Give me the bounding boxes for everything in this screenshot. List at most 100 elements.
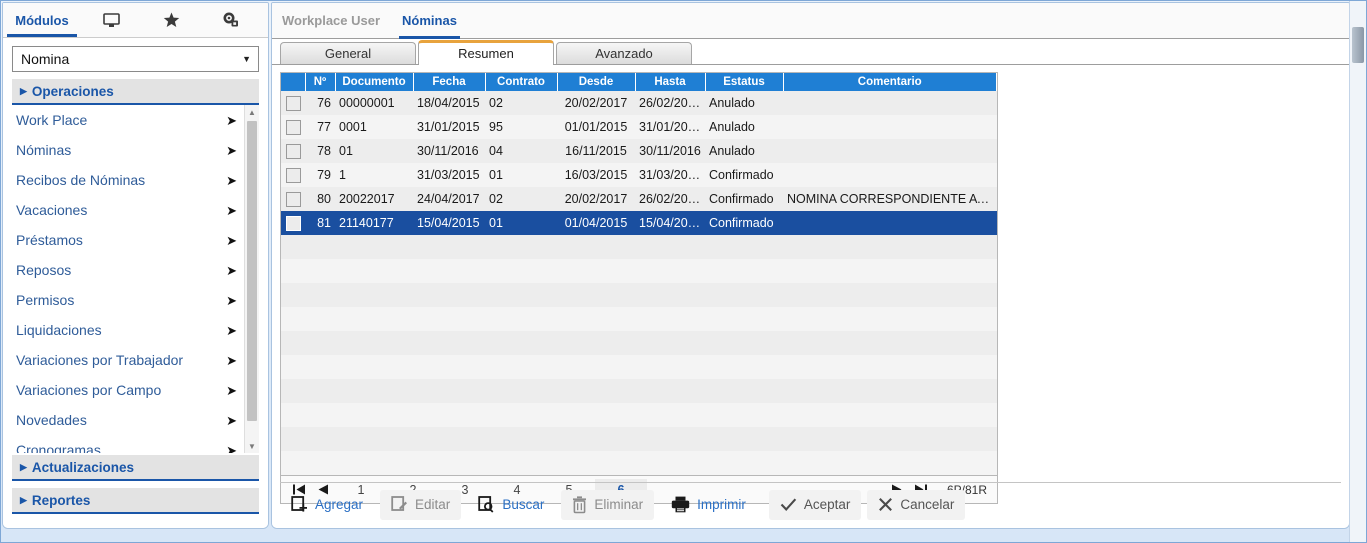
breadcrumb-workplace-user[interactable]: Workplace User (282, 3, 380, 39)
row-checkbox[interactable] (285, 95, 301, 111)
shortcut-arrow-icon[interactable]: ➤ (226, 414, 237, 427)
tab-resumen[interactable]: Resumen (418, 40, 554, 65)
table-row-empty (281, 235, 997, 259)
row-checkbox[interactable] (285, 143, 301, 159)
cell-empty (635, 451, 705, 475)
cell-empty (783, 427, 997, 451)
shortcut-arrow-icon[interactable]: ➤ (226, 264, 237, 277)
cell-empty (783, 235, 997, 259)
imprimir-button[interactable]: Imprimir (660, 490, 757, 520)
shortcut-arrow-icon[interactable]: ➤ (226, 444, 237, 454)
shortcut-arrow-icon[interactable]: ➤ (226, 384, 237, 397)
nominas-table-container: Nº Documento Fecha Contrato Desde Hasta Estatu… (280, 72, 998, 476)
column-header-desde[interactable]: Desde (557, 73, 636, 91)
sidebar-section-operaciones[interactable]: ▶ Operaciones (12, 79, 259, 105)
table-row[interactable]: 79 1 31/03/2015 01 16/03/2015 31/03/2015 Confi… (281, 163, 997, 187)
table-row[interactable]: 80 20022017 24/04/2017 02 20/02/2017 26/02/20… (281, 187, 997, 211)
cell-empty (557, 235, 635, 259)
table-row[interactable]: 77 0001 31/01/2015 95 01/01/2015 31/01/2015 An… (281, 115, 997, 139)
cell-empty (557, 283, 635, 307)
sidebar-item-nóminas[interactable]: Nóminas ➤ (12, 135, 243, 165)
cell-fecha: 15/04/2015 (413, 211, 485, 235)
shortcut-arrow-icon[interactable]: ➤ (226, 234, 237, 247)
shortcut-arrow-icon[interactable]: ➤ (226, 114, 237, 127)
sidebar-item-vacaciones[interactable]: Vacaciones ➤ (12, 195, 243, 225)
sidebar-scrollbar[interactable]: ▲ ▼ (244, 105, 259, 453)
column-header-check[interactable] (281, 73, 306, 91)
column-header-documento[interactable]: Documento (335, 73, 414, 91)
column-header-comentario[interactable]: Comentario (783, 73, 997, 91)
scroll-up-icon[interactable]: ▲ (245, 105, 259, 119)
breadcrumb: Workplace User Nóminas (272, 3, 1349, 39)
tab-modulos[interactable]: Módulos (3, 3, 81, 37)
agregar-button[interactable]: Agregar (280, 490, 374, 520)
tab-avanzado[interactable]: Avanzado (556, 42, 692, 64)
table-row-empty (281, 259, 997, 283)
sidebar-item-variaciones-por-trabajador[interactable]: Variaciones por Trabajador ➤ (12, 345, 243, 375)
shortcut-arrow-icon[interactable]: ➤ (226, 354, 237, 367)
breadcrumb-nominas[interactable]: Nóminas (399, 3, 460, 39)
cell-desde: 01/01/2015 (557, 115, 635, 139)
row-select-cell[interactable] (281, 139, 305, 163)
sidebar-item-work-place[interactable]: Work Place ➤ (12, 105, 243, 135)
page-scrollbar-thumb[interactable] (1352, 27, 1364, 63)
shortcut-arrow-icon[interactable]: ➤ (226, 294, 237, 307)
row-select-cell[interactable] (281, 91, 305, 115)
tab-general[interactable]: General (280, 42, 416, 64)
sidebar-item-permisos[interactable]: Permisos ➤ (12, 285, 243, 315)
table-row[interactable]: 78 01 30/11/2016 04 16/11/2015 30/11/2016 Anul… (281, 139, 997, 163)
page-scrollbar[interactable] (1349, 1, 1366, 542)
cell-documento: 20022017 (335, 187, 413, 211)
tab-modulos-label: Módulos (15, 12, 69, 28)
shortcut-arrow-icon[interactable]: ➤ (226, 324, 237, 337)
row-select-cell[interactable] (281, 187, 305, 211)
sidebar-item-recibos-de-nóminas[interactable]: Recibos de Nóminas ➤ (12, 165, 243, 195)
eliminar-button[interactable]: Eliminar (561, 489, 655, 520)
cell-empty (413, 427, 485, 451)
row-checkbox[interactable] (285, 215, 301, 231)
column-header-hasta[interactable]: Hasta (635, 73, 706, 91)
cell-empty (783, 355, 997, 379)
sidebar-item-label: Cronogramas (16, 442, 101, 453)
tab-monitor[interactable] (81, 3, 141, 37)
shortcut-arrow-icon[interactable]: ➤ (226, 174, 237, 187)
editar-button[interactable]: Editar (380, 489, 462, 520)
sidebar-item-cronogramas[interactable]: Cronogramas ➤ (12, 435, 243, 453)
scroll-down-icon[interactable]: ▼ (245, 439, 259, 453)
row-checkbox[interactable] (285, 191, 301, 207)
scrollbar-thumb[interactable] (247, 121, 257, 421)
cell-empty (783, 331, 997, 355)
buscar-button[interactable]: Buscar (467, 490, 555, 520)
shortcut-arrow-icon[interactable]: ➤ (226, 204, 237, 217)
tab-settings[interactable] (201, 3, 261, 37)
row-select-cell[interactable] (281, 211, 305, 235)
sidebar-section-reportes[interactable]: ▶ Reportes (12, 488, 259, 514)
aceptar-button[interactable]: Aceptar (768, 489, 862, 520)
shortcut-arrow-icon[interactable]: ➤ (226, 144, 237, 157)
column-header-num[interactable]: Nº (305, 73, 336, 91)
sidebar-item-liquidaciones[interactable]: Liquidaciones ➤ (12, 315, 243, 345)
tab-favorites[interactable] (141, 3, 201, 37)
sidebar-section-actualizaciones[interactable]: ▶ Actualizaciones (12, 455, 259, 481)
module-select[interactable]: Nomina ▼ (12, 46, 259, 72)
row-select-cell[interactable] (281, 163, 305, 187)
cell-empty (635, 379, 705, 403)
table-row[interactable]: 76 00000001 18/04/2015 02 20/02/2017 26/02/20… (281, 91, 997, 115)
row-select-cell[interactable] (281, 115, 305, 139)
sidebar-item-variaciones-por-campo[interactable]: Variaciones por Campo ➤ (12, 375, 243, 405)
sidebar-menu-scroll-area: Work Place ➤ Nóminas ➤ Recibos de Nóminas ➤ Va… (12, 105, 259, 453)
cell-empty (485, 451, 557, 475)
cancelar-button[interactable]: Cancelar (867, 489, 966, 520)
sidebar-item-reposos[interactable]: Reposos ➤ (12, 255, 243, 285)
table-row[interactable]: 81 21140177 15/04/2015 01 01/04/2015 15/04/20… (281, 211, 997, 235)
column-header-contrato[interactable]: Contrato (485, 73, 558, 91)
cell-desde: 16/11/2015 (557, 139, 635, 163)
row-checkbox[interactable] (285, 119, 301, 135)
cell-estatus: Confirmado (705, 211, 783, 235)
row-checkbox[interactable] (285, 167, 301, 183)
sidebar-item-label: Préstamos (16, 232, 83, 248)
sidebar-item-novedades[interactable]: Novedades ➤ (12, 405, 243, 435)
sidebar-item-préstamos[interactable]: Préstamos ➤ (12, 225, 243, 255)
column-header-estatus[interactable]: Estatus (705, 73, 784, 91)
column-header-fecha[interactable]: Fecha (413, 73, 486, 91)
